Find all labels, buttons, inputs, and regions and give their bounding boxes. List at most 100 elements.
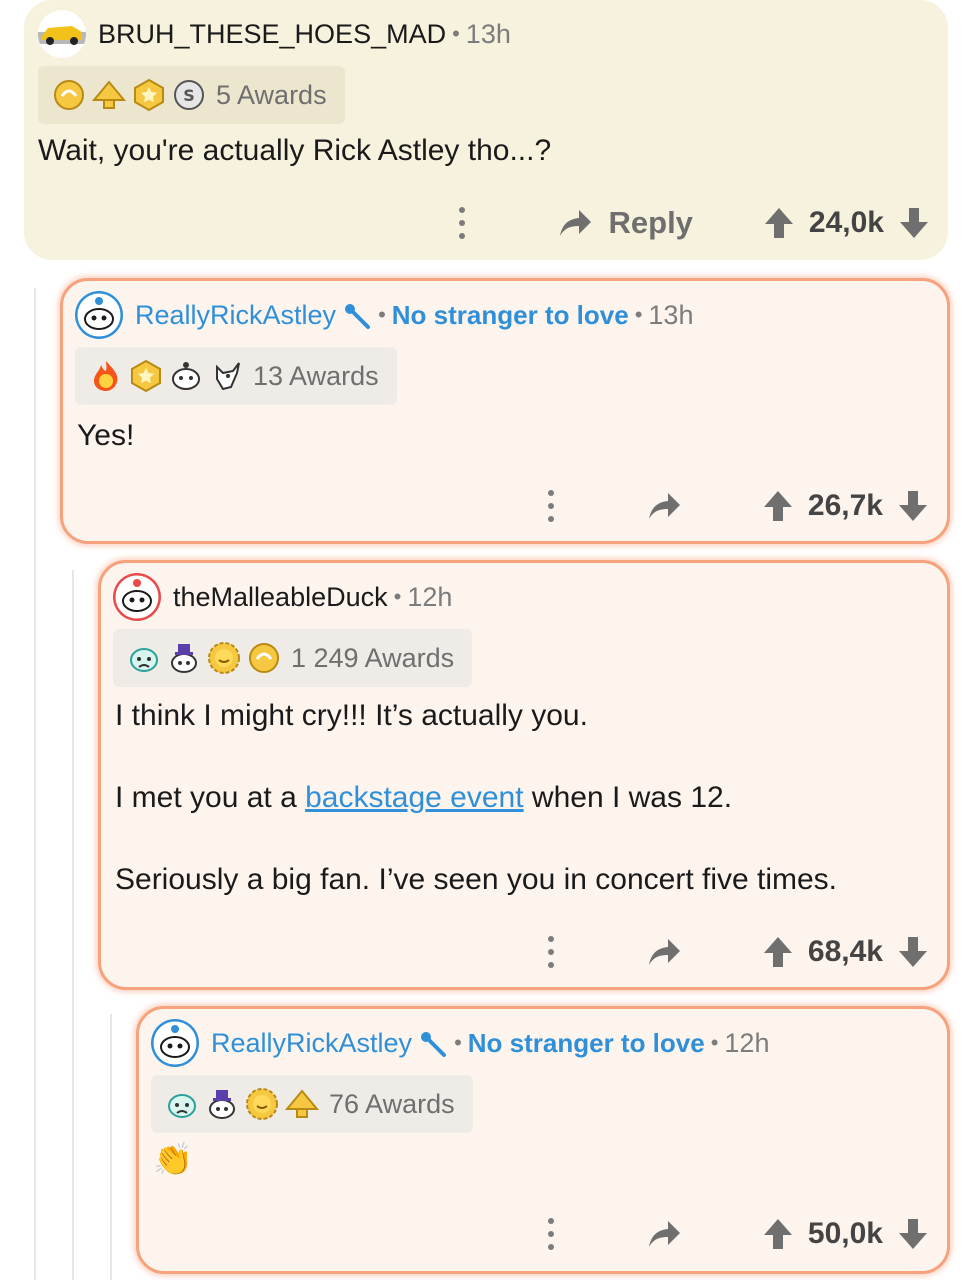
- user-flair: No stranger to love: [391, 299, 629, 330]
- text-run: when I was 12.: [523, 781, 733, 814]
- thread-line: [34, 288, 36, 1280]
- comment-paragraph: I think I might cry!!! It’s actually you…: [115, 699, 588, 732]
- comment-header: BRUH_THESE_HOES_MAD • 13h: [38, 10, 511, 58]
- vote-controls: 68,4k: [762, 935, 929, 969]
- gold-pyramid-icon: [92, 80, 126, 109]
- separator-dot: •: [452, 21, 460, 46]
- award-count: 76 Awards: [329, 1088, 455, 1119]
- reply-button[interactable]: [648, 491, 682, 521]
- goat-award-icon: [216, 362, 240, 391]
- backstage-event-link[interactable]: backstage event: [305, 781, 523, 814]
- username[interactable]: ReallyRickAstley: [135, 300, 336, 331]
- upvote-arrow-icon[interactable]: [762, 1217, 794, 1251]
- reply-arrow-icon: [648, 493, 680, 519]
- separator-dot: •: [634, 302, 643, 327]
- reply-button[interactable]: Reply: [559, 205, 693, 241]
- awards-bar[interactable]: 76 Awards: [151, 1075, 473, 1133]
- comment-actions: Reply 24,0k: [447, 198, 931, 248]
- comment-actions: 50,0k: [536, 1209, 929, 1259]
- vote-score: 50,0k: [807, 1217, 883, 1250]
- username[interactable]: ReallyRickAstley: [211, 1028, 412, 1059]
- vote-score: 24,0k: [808, 206, 884, 239]
- text-run: I met you at a: [115, 781, 306, 814]
- comment-header: theMalleableDuck • 12h: [113, 573, 452, 621]
- snoo-tear-icon: [168, 1094, 196, 1118]
- star-badge-icon: [134, 78, 164, 112]
- award-count: 13 Awards: [253, 360, 379, 391]
- downvote-arrow-icon[interactable]: [897, 1217, 929, 1251]
- separator-dot: •: [378, 302, 386, 327]
- timestamp: 13h: [465, 18, 511, 49]
- comment-body: Wait, you're actually Rick Astley tho...…: [38, 134, 552, 167]
- timestamp: 13h: [648, 299, 694, 330]
- fire-award-icon: [94, 361, 118, 391]
- downvote-arrow-icon[interactable]: [897, 935, 929, 969]
- svg-text:S: S: [183, 86, 195, 105]
- comment-body: I think I might cry!!! It’s actually you…: [115, 695, 935, 900]
- comment-actions: 26,7k: [536, 481, 929, 531]
- username[interactable]: theMalleableDuck: [173, 582, 388, 613]
- vote-score: 26,7k: [807, 489, 883, 522]
- gold-pyramid-icon: [285, 1089, 319, 1118]
- separator-dot: •: [710, 1030, 719, 1055]
- more-options-icon[interactable]: [536, 486, 566, 526]
- thread-line: [72, 570, 74, 1280]
- star-badge-icon: [131, 359, 161, 393]
- reply-button[interactable]: [648, 937, 682, 967]
- username[interactable]: BRUH_THESE_HOES_MAD: [98, 19, 446, 50]
- separator-dot: •: [393, 584, 402, 609]
- comment: BRUH_THESE_HOES_MAD • 13h S 5 Awards Wai…: [24, 0, 948, 260]
- more-options-icon[interactable]: [536, 932, 566, 972]
- snoo-tear-icon: [130, 648, 158, 672]
- upvote-arrow-icon[interactable]: [762, 489, 794, 523]
- avatar[interactable]: [75, 291, 123, 339]
- avatar[interactable]: [151, 1019, 199, 1067]
- awards-bar[interactable]: S 5 Awards: [38, 66, 345, 124]
- snoo-face-icon: [172, 362, 200, 390]
- comment-body: Yes!: [77, 419, 135, 452]
- sun-award-icon: [246, 1088, 278, 1120]
- upvote-arrow-icon[interactable]: [763, 206, 795, 240]
- vote-controls: 24,0k: [763, 206, 930, 240]
- awards-bar[interactable]: 1 249 Awards: [113, 629, 473, 687]
- vote-controls: 26,7k: [762, 489, 929, 523]
- award-count: 5 Awards: [216, 79, 327, 110]
- timestamp: 12h: [407, 581, 453, 612]
- silver-coin-icon: S: [174, 80, 204, 110]
- comment-actions: 68,4k: [536, 927, 929, 977]
- awards-bar[interactable]: 13 Awards: [75, 347, 397, 405]
- comment-paragraph: Seriously a big fan. I’ve seen you in co…: [115, 863, 838, 896]
- snoo-tophat-icon: [209, 1090, 235, 1119]
- thread-line: [110, 1014, 112, 1280]
- upvote-arrow-icon[interactable]: [762, 935, 794, 969]
- more-options-icon[interactable]: [447, 203, 477, 243]
- downvote-arrow-icon[interactable]: [897, 489, 929, 523]
- avatar[interactable]: [38, 10, 86, 58]
- vote-score: 68,4k: [807, 935, 883, 968]
- comment: theMalleableDuck • 12h 1 249 Awards I th…: [98, 560, 950, 990]
- microphone-icon: [345, 304, 371, 329]
- wholesome-seal-icon: [54, 80, 84, 110]
- comment-body: 👏: [153, 1141, 193, 1177]
- separator-dot: •: [454, 1030, 462, 1055]
- sun-award-icon: [208, 642, 240, 674]
- comment-header: ReallyRickAstley • No stranger to love •…: [151, 1019, 769, 1067]
- avatar[interactable]: [113, 573, 161, 621]
- comment: ReallyRickAstley • No stranger to love •…: [60, 278, 950, 544]
- snoo-tophat-icon: [171, 644, 197, 673]
- reply-arrow-icon: [648, 1221, 680, 1247]
- reply-arrow-icon: [648, 939, 680, 965]
- vote-controls: 50,0k: [762, 1217, 929, 1251]
- downvote-arrow-icon[interactable]: [898, 206, 930, 240]
- user-flair: No stranger to love: [467, 1027, 705, 1058]
- reply-button[interactable]: [648, 1219, 682, 1249]
- reply-label: Reply: [608, 205, 693, 240]
- microphone-icon: [421, 1032, 447, 1057]
- comment-header: ReallyRickAstley • No stranger to love •…: [75, 291, 693, 339]
- timestamp: 12h: [724, 1027, 770, 1058]
- reply-arrow-icon: [559, 210, 591, 236]
- more-options-icon[interactable]: [536, 1214, 566, 1254]
- comment: ReallyRickAstley • No stranger to love •…: [136, 1006, 950, 1274]
- wholesome-seal-icon: [249, 643, 279, 673]
- award-count: 1 249 Awards: [291, 642, 455, 673]
